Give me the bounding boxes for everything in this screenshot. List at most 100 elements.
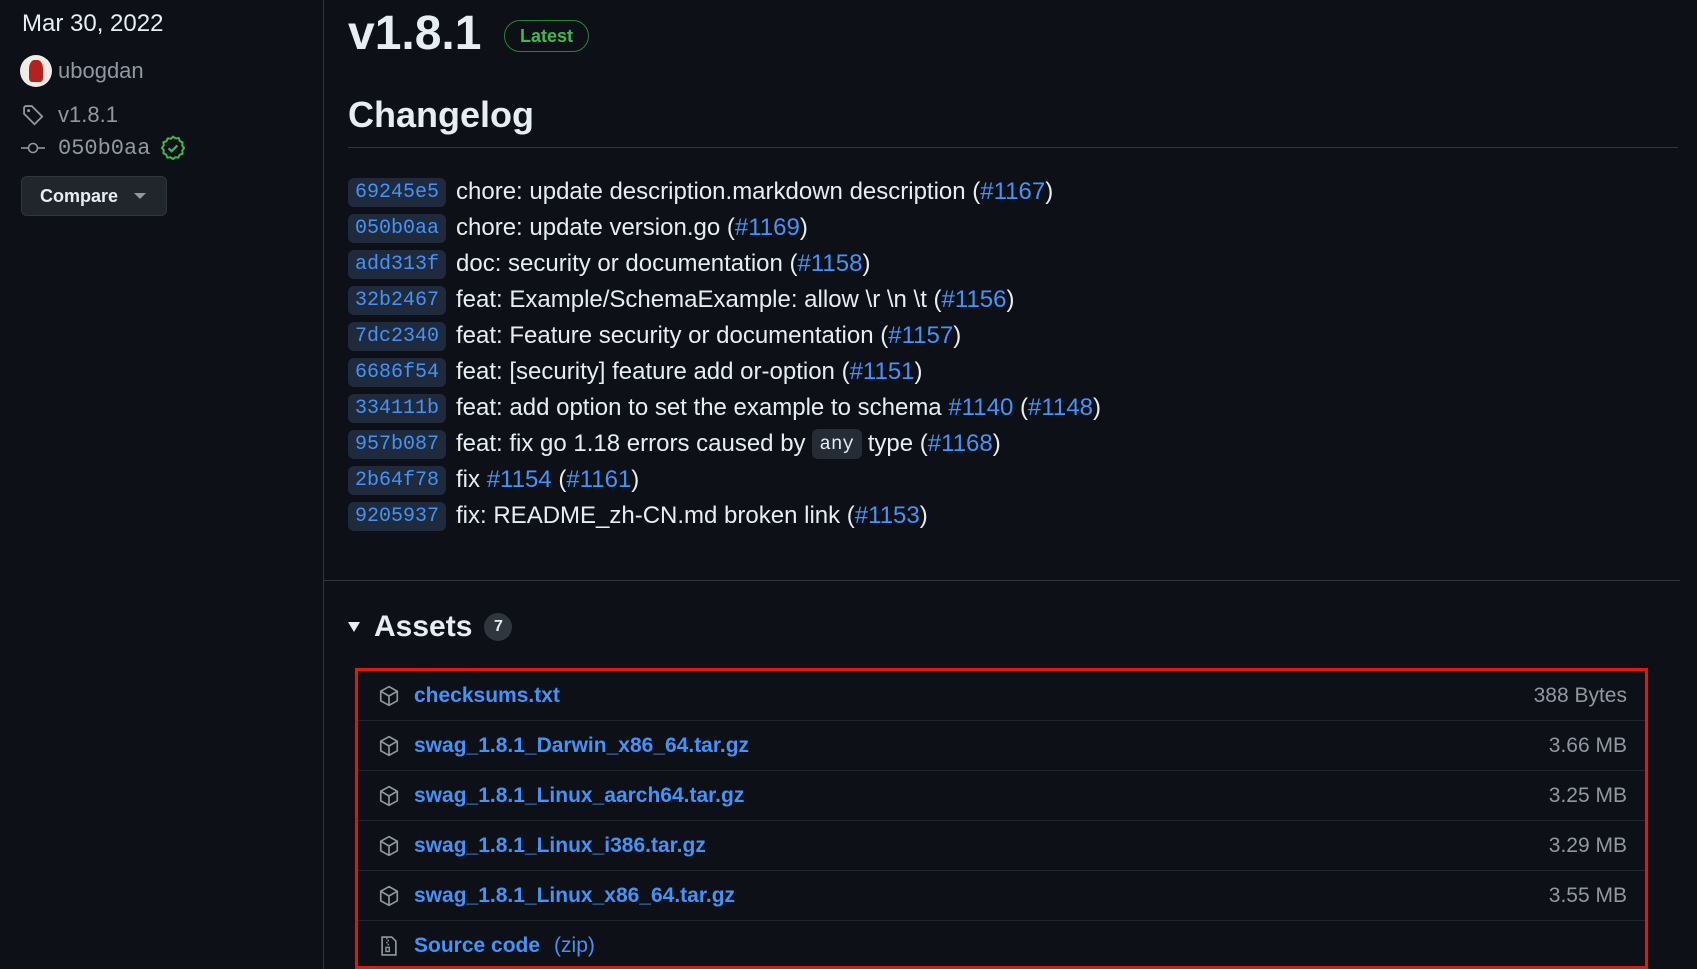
list-item: 2b64f78 fix #1154 (#1161)	[348, 462, 1101, 498]
package-icon	[378, 884, 402, 908]
commit-message-close: )	[1045, 178, 1054, 205]
pr-link[interactable]: #1168	[928, 430, 993, 458]
release-title[interactable]: v1.8.1	[348, 6, 481, 61]
pr-link-secondary[interactable]: #1161	[566, 466, 631, 494]
commit-row[interactable]: 050b0aa	[20, 135, 186, 161]
commit-message: feat: Example/SchemaExample: allow \r \n…	[456, 286, 942, 313]
package-icon	[378, 734, 402, 758]
asset-link[interactable]: swag_1.8.1_Linux_x86_64.tar.gz	[414, 884, 735, 908]
list-item: 6686f54 feat: [security] feature add or-…	[348, 354, 1101, 390]
commit-sha-link[interactable]: 32b2467	[348, 285, 447, 315]
commit-message-tail: type (	[867, 430, 928, 457]
assets-heading: Assets	[374, 610, 473, 643]
commit-message: chore: update description.markdown descr…	[456, 178, 981, 205]
asset-size: 3.66 MB	[1548, 733, 1627, 757]
triangle-down-icon	[348, 622, 360, 632]
commit-message: doc: security or documentation (	[456, 250, 798, 277]
pr-link[interactable]: #1156	[942, 286, 1007, 314]
pr-link[interactable]: #1153	[855, 502, 920, 530]
latest-badge: Latest	[504, 20, 590, 52]
asset-row: Source code (zip)	[358, 921, 1645, 966]
commit-sha-link[interactable]: 334111b	[348, 393, 447, 423]
package-icon	[378, 684, 402, 708]
pr-link[interactable]: #1154	[487, 466, 552, 494]
commit-sha-link[interactable]: 7dc2340	[348, 321, 447, 351]
pr-link[interactable]: #1157	[888, 322, 953, 350]
asset-size: 3.55 MB	[1548, 883, 1627, 907]
changelog-heading: Changelog	[348, 94, 534, 135]
author-link[interactable]: ubogdan	[58, 58, 144, 84]
commit-list: 69245e5 chore: update description.markdo…	[348, 174, 1101, 534]
asset-link[interactable]: swag_1.8.1_Linux_aarch64.tar.gz	[414, 784, 744, 808]
assets-toggle[interactable]: Assets 7	[348, 610, 513, 644]
asset-size: 3.25 MB	[1548, 783, 1627, 807]
commit-sha-link[interactable]: add313f	[348, 249, 447, 279]
commit-message-close: )	[1092, 394, 1101, 421]
pr-link[interactable]: #1169	[735, 214, 800, 242]
tag-row[interactable]: v1.8.1	[20, 102, 118, 128]
git-commit-icon	[20, 135, 46, 161]
commit-sha-link[interactable]: 6686f54	[348, 357, 447, 387]
source-code-zip-link[interactable]: Source code	[414, 934, 540, 958]
list-item: 9205937 fix: README_zh-CN.md broken link…	[348, 498, 1101, 534]
commit-message-close: )	[799, 214, 808, 241]
commit-message: feat: fix go 1.18 errors caused by	[456, 430, 806, 457]
asset-link[interactable]: swag_1.8.1_Linux_i386.tar.gz	[414, 834, 706, 858]
commit-message: fix	[456, 466, 487, 493]
commit-message: chore: update version.go (	[456, 214, 735, 241]
list-item: 957b087 feat: fix go 1.18 errors caused …	[348, 426, 1101, 462]
pr-link[interactable]: #1158	[798, 250, 863, 278]
list-item: add313f doc: security or documentation (…	[348, 246, 1101, 282]
chevron-down-icon	[134, 193, 147, 199]
commit-sha-link[interactable]: 957b087	[348, 429, 447, 459]
asset-size: 388 Bytes	[1533, 683, 1627, 707]
divider	[348, 147, 1678, 148]
asset-row: swag_1.8.1_Darwin_x86_64.tar.gz 3.66 MB	[358, 721, 1645, 771]
compare-label: Compare	[40, 185, 119, 206]
commit-message-mid: (	[551, 466, 567, 493]
list-item: 7dc2340 feat: Feature security or docume…	[348, 318, 1101, 354]
commit-message: fix: README_zh-CN.md broken link (	[456, 502, 855, 529]
asset-row: swag_1.8.1_Linux_i386.tar.gz 3.29 MB	[358, 821, 1645, 871]
commit-message-close: )	[919, 502, 928, 529]
release-sidebar: Mar 30, 2022 ubogdan v1.8.1 050b0aa Comp…	[0, 0, 324, 969]
commit-sha-link[interactable]: 2b64f78	[348, 465, 447, 495]
verified-icon[interactable]	[160, 135, 186, 161]
commit-sha-link[interactable]: 9205937	[348, 501, 447, 531]
avatar[interactable]	[20, 55, 52, 87]
source-code-zip-suffix[interactable]: (zip)	[554, 934, 595, 958]
list-item: 69245e5 chore: update description.markdo…	[348, 174, 1101, 210]
release-body: v1.8.1 Latest Changelog 69245e5 chore: u…	[324, 0, 1680, 969]
pr-link[interactable]: #1151	[850, 358, 915, 386]
author-row[interactable]: ubogdan	[20, 55, 144, 87]
compare-button[interactable]: Compare	[21, 176, 167, 216]
inline-code: any	[811, 429, 862, 459]
list-item: 050b0aa chore: update version.go (#1169)	[348, 210, 1101, 246]
commit-link[interactable]: 050b0aa	[58, 136, 150, 161]
asset-row: swag_1.8.1_Linux_x86_64.tar.gz 3.55 MB	[358, 871, 1645, 921]
file-zip-icon	[378, 934, 402, 958]
asset-row: checksums.txt 388 Bytes	[358, 671, 1645, 721]
tag-link[interactable]: v1.8.1	[58, 102, 118, 128]
pr-link-secondary[interactable]: #1148	[1028, 394, 1093, 422]
commit-message-close: )	[631, 466, 640, 493]
list-item: 334111b feat: add option to set the exam…	[348, 390, 1101, 426]
commit-sha-link[interactable]: 050b0aa	[348, 213, 447, 243]
commit-message: feat: add option to set the example to s…	[456, 394, 949, 421]
asset-row: swag_1.8.1_Linux_aarch64.tar.gz 3.25 MB	[358, 771, 1645, 821]
asset-link[interactable]: swag_1.8.1_Darwin_x86_64.tar.gz	[414, 734, 749, 758]
commit-message-close: )	[1006, 286, 1015, 313]
commit-message-close: )	[953, 322, 962, 349]
pr-link[interactable]: #1167	[980, 178, 1045, 206]
divider	[324, 580, 1680, 581]
commit-message-close: )	[862, 250, 871, 277]
asset-link[interactable]: checksums.txt	[414, 684, 560, 708]
release-date: Mar 30, 2022	[22, 10, 164, 37]
tag-icon	[20, 102, 46, 128]
commit-message: feat: [security] feature add or-option (	[456, 358, 850, 385]
pr-link[interactable]: #1140	[948, 394, 1013, 422]
commit-message-close: )	[914, 358, 923, 385]
commit-sha-link[interactable]: 69245e5	[348, 177, 447, 207]
commit-message-close: )	[992, 430, 1001, 457]
assets-list: checksums.txt 388 Bytes swag_1.8.1_Darwi…	[355, 668, 1648, 969]
